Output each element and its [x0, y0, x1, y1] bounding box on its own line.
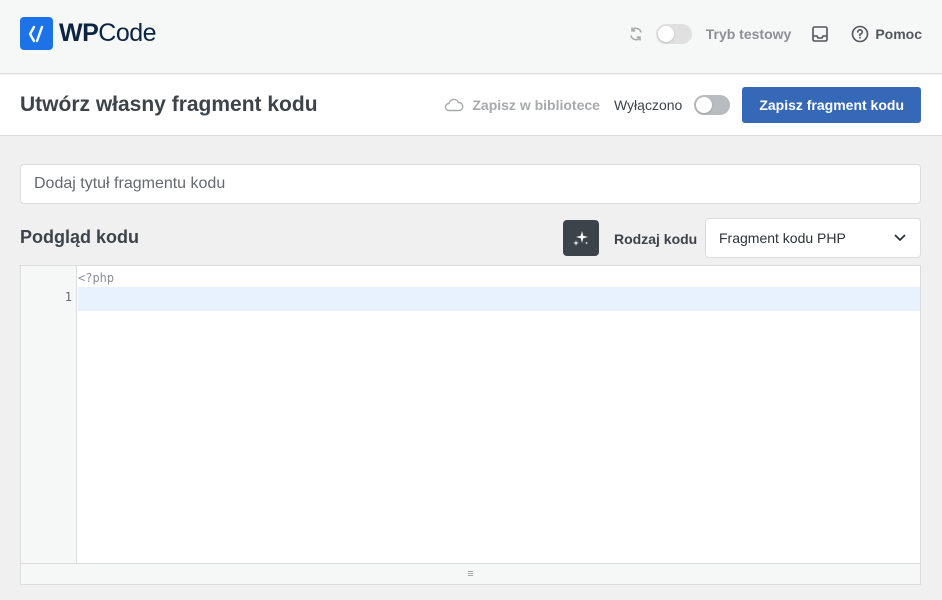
snippet-title-input[interactable] — [20, 164, 921, 204]
code-type-label: Rodzaj kodu — [614, 231, 698, 247]
test-mode-label: Tryb testowy — [705, 26, 792, 42]
page-title: Utwórz własny fragment kodu — [20, 93, 318, 116]
save-snippet-button[interactable]: Zapisz fragment kodu — [742, 87, 921, 123]
title-actions: Zapisz w bibliotece Wyłączono Zapisz fra… — [444, 87, 921, 123]
top-header: WPCode Tryb testowy Pomoc — [0, 0, 942, 74]
status-label: Wyłączono — [613, 97, 683, 113]
code-preview-title: Podgląd kodu — [20, 227, 139, 247]
code-type-value: Fragment kodu PHP — [719, 230, 846, 246]
header-actions: Tryb testowy Pomoc — [628, 22, 922, 46]
line-number: 1 — [64, 290, 72, 304]
logo-text: WPCode — [59, 19, 157, 47]
help-circle-icon[interactable] — [851, 25, 869, 43]
sync-icon[interactable] — [628, 26, 644, 42]
help-link[interactable]: Pomoc — [875, 26, 922, 42]
save-to-library-link[interactable]: Zapisz w bibliotece — [444, 97, 600, 113]
code-type-select[interactable]: Fragment kodu PHP — [705, 218, 921, 258]
sparkles-icon — [573, 231, 588, 246]
code-editor[interactable]: 1 <?php ≡ — [20, 265, 921, 585]
save-to-library-label: Zapisz w bibliotece — [472, 97, 600, 113]
cloud-icon — [445, 98, 464, 112]
active-code-line[interactable] — [78, 287, 920, 311]
php-open-tag: <?php — [78, 271, 115, 285]
wpcode-logo[interactable]: WPCode — [20, 17, 157, 50]
editor-resize-handle[interactable]: ≡ — [21, 563, 920, 584]
test-mode-toggle[interactable] — [655, 24, 692, 44]
wpcode-logo-icon — [20, 17, 53, 50]
inbox-icon[interactable] — [811, 25, 829, 43]
snippet-active-toggle[interactable] — [694, 95, 731, 115]
resize-handle-icon: ≡ — [467, 567, 474, 580]
chevron-down-icon — [894, 234, 906, 241]
editor-gutter: 1 — [21, 266, 77, 564]
title-bar: Utwórz własny fragment kodu Zapisz w bib… — [0, 75, 942, 136]
ai-generate-button[interactable] — [563, 220, 599, 256]
